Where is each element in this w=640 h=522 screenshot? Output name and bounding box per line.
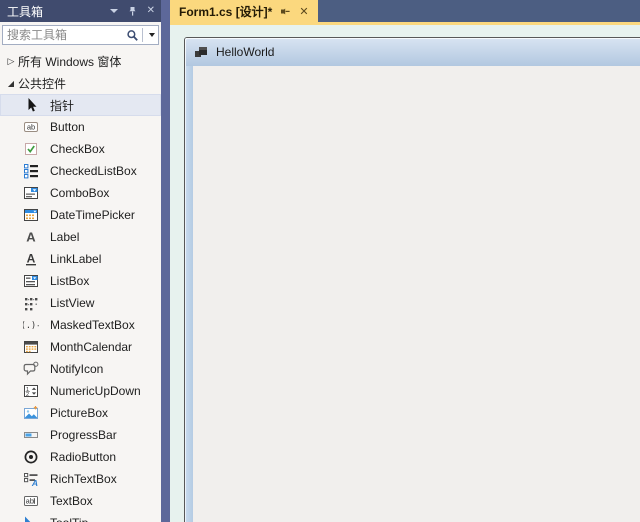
toolbox-item-radiobutton[interactable]: RadioButton [0,446,161,468]
toolbox-item-listview[interactable]: ListView [0,292,161,314]
button-icon: ab [23,119,39,135]
toolbox-item-richtextbox[interactable]: A RichTextBox [0,468,161,490]
notifyicon-icon [23,361,39,377]
toolbox-panel: 工具箱 ✕ [0,0,161,522]
toolbox-body: 所有 Windows 窗体 公共控件 指针 ab Button CheckBox… [0,48,161,522]
toolbox-item-linklabel[interactable]: A LinkLabel [0,248,161,270]
svg-text:A: A [31,478,38,487]
search-input[interactable] [3,28,126,42]
form-titlebar[interactable]: HelloWorld [185,38,640,66]
toolbox-title: 工具箱 [7,3,110,20]
search-box [2,25,159,45]
toolbox-item-[interactable]: 指针 [0,94,161,116]
toolbox-titlebar[interactable]: 工具箱 ✕ [0,0,161,22]
search-icon [126,29,139,42]
document-tab-bar: Form1.cs [设计]* ✕ [170,0,640,22]
toolbox-search-row [0,22,161,48]
expander-collapsed-icon[interactable] [4,56,18,67]
maskedtextbox-icon: (.)- [23,317,39,333]
monthcalendar-icon [23,339,39,355]
svg-text:(.)-: (.)- [23,321,39,331]
toolbox-item-monthcalendar[interactable]: MonthCalendar [0,336,161,358]
datetimepicker-icon [23,207,39,223]
search-options-button[interactable] [145,33,158,37]
toolbox-item-label[interactable]: A Label [0,226,161,248]
checkbox-icon [23,141,39,157]
tab-label: Form1.cs [设计]* [179,3,272,20]
form-left-frame [185,66,193,522]
listview-icon [23,295,39,311]
expander-expanded-icon[interactable] [4,78,18,88]
tooltip-icon [23,515,39,522]
form-body [185,66,640,522]
designer-surface: HelloWorld [170,25,640,522]
picturebox-icon [23,405,39,421]
listbox-icon [23,273,39,289]
close-icon[interactable]: ✕ [147,6,155,16]
designed-form-window[interactable]: HelloWorld [184,37,640,522]
toolbox-item-progressbar[interactable]: ProgressBar [0,424,161,446]
toolbox-item-maskedtextbox[interactable]: (.)- MaskedTextBox [0,314,161,336]
progressbar-icon [23,427,39,443]
textbox-icon: ab [23,493,39,509]
radiobutton-icon [23,449,39,465]
toolbox-item-notifyicon[interactable]: NotifyIcon [0,358,161,380]
form-window-icon [194,46,208,59]
toolbox-item-checkbox[interactable]: CheckBox [0,138,161,160]
toolbox-item-combobox[interactable]: ComboBox [0,182,161,204]
combobox-icon [23,185,39,201]
toolbox-item-tooltip[interactable]: ToolTip [0,512,161,522]
linklabel-icon: A [23,251,39,267]
search-divider [142,28,143,42]
toolbox-item-textbox[interactable]: ab TextBox [0,490,161,512]
tab-form1-designer[interactable]: Form1.cs [设计]* ✕ [170,0,318,22]
svg-text:A: A [27,252,36,266]
svg-text:A: A [26,230,36,245]
document-area: Form1.cs [设计]* ✕ HelloWorld [170,0,640,522]
toolbox-item-button[interactable]: ab Button [0,116,161,138]
group-label: 公共控件 [18,75,66,92]
form-client-area[interactable] [193,66,640,522]
vs-ide-window: 工具箱 ✕ [0,0,640,522]
toolbox-item-numericupdown[interactable]: 12 NumericUpDown [0,380,161,402]
pin-icon[interactable] [127,6,138,17]
toolbox-group-common-controls[interactable]: 公共控件 [0,72,161,94]
close-icon[interactable]: ✕ [299,5,308,18]
toolbox-group-all-windows-forms[interactable]: 所有 Windows 窗体 [0,50,161,72]
chevron-down-icon [149,33,155,37]
toolbox-item-listbox[interactable]: ListBox [0,270,161,292]
pointer-icon [23,97,39,113]
svg-text:ab: ab [26,497,34,506]
richtextbox-icon: A [23,471,39,487]
toolbox-item-datetimepicker[interactable]: DateTimePicker [0,204,161,226]
checkedlistbox-icon [23,163,39,179]
numericupdown-icon: 12 [23,383,39,399]
svg-text:2: 2 [26,392,29,398]
toolbox-item-picturebox[interactable]: PictureBox [0,402,161,424]
panel-splitter[interactable] [161,0,170,522]
toolbox-item-list: 指针 ab Button CheckBox CheckedListBox Com… [0,94,161,522]
form-title: HelloWorld [216,45,274,59]
pin-icon[interactable] [280,6,291,17]
label-icon: A [23,229,39,245]
window-position-menu-icon[interactable] [110,9,118,13]
group-label: 所有 Windows 窗体 [18,53,121,70]
toolbox-item-checkedlistbox[interactable]: CheckedListBox [0,160,161,182]
svg-text:ab: ab [27,123,35,132]
